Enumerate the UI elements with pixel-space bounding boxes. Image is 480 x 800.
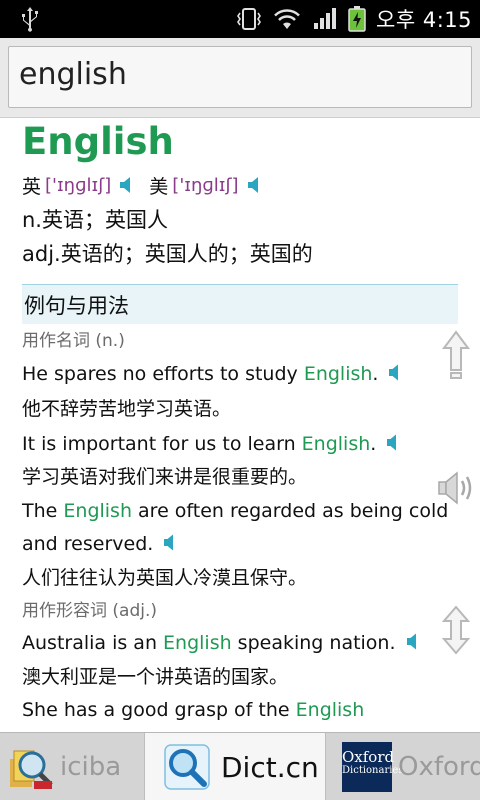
pron-ipa-uk: ['ɪŋɡlɪʃ] [45,174,112,196]
dictcn-magnifier-icon [164,744,210,790]
oxford-dictionaries-logo: Oxford Dictionaries [342,742,403,792]
dictionary-tab-bar: iciba Dict.cn Oxford Dictionaries Oxford [0,732,480,800]
iciba-icon [10,750,53,789]
noun-usage-heading: 用作名词 (n.) [22,331,125,351]
search-bar: english [0,38,480,118]
example-highlight: English [301,433,371,455]
example-zh: 人们往往认为英国人冷漠且保守。 [22,567,308,589]
example-en: The English are often regarded as being … [22,495,452,561]
example-highlight: English [163,632,232,654]
definition-noun: n.英语；英国人 [22,208,168,232]
example-text-after: . [370,433,377,455]
headword: English [22,120,174,163]
example-highlight: English [295,699,365,721]
pronunciation-row: 英 ['ɪŋɡlɪʃ] 美 ['ɪŋɡlɪʃ] [22,172,277,198]
tab-dictcn[interactable]: Dict.cn [144,733,326,800]
example-text: Australia is an [22,632,164,654]
example-text: She has a good grasp of the [22,699,296,721]
speaker-us-icon[interactable] [247,176,263,194]
oxford-logo-title: Oxford [342,748,395,766]
speaker-icon[interactable] [406,633,420,650]
usage-section-header[interactable]: 例句与用法 [22,284,458,324]
tab-label-dictcn: Dict.cn [221,750,319,784]
scroll-top-arrow-icon[interactable] [442,330,470,380]
example-highlight: English [303,363,373,385]
example-highlight: English [63,500,132,522]
speaker-icon[interactable] [388,364,402,381]
speaker-icon[interactable] [386,434,400,451]
adj-usage-heading: 用作形容词 (adj.) [22,601,158,621]
pron-label-uk: 英 [22,175,42,198]
vibrate-icon [237,8,261,30]
example-zh: 澳大利亚是一个讲英语的国家。 [22,666,289,688]
speaker-icon[interactable] [163,534,177,551]
tab-label-oxford: Oxford [398,752,480,782]
search-input[interactable]: english [8,46,472,108]
wifi-icon [274,9,300,29]
dictionary-entry: English 英 ['ɪŋɡlɪʃ] 美 ['ɪŋɡlɪʃ] n.英语；英国人… [0,118,480,732]
pron-ipa-us: ['ɪŋɡlɪʃ] [172,174,239,196]
oxford-logo-subtitle: Dictionaries [342,765,404,776]
tab-label-iciba: iciba [60,752,122,782]
tab-iciba[interactable]: iciba [0,733,144,800]
battery-charging-icon [348,6,366,32]
example-text: It is important for us to learn [22,433,302,455]
pron-label-us: 美 [149,175,169,198]
definition-adj: adj.英语的；英国人的；英国的 [22,242,313,266]
scroll-updown-arrow-icon[interactable] [442,605,470,655]
example-zh: 学习英语对我们来讲是很重要的。 [22,466,308,488]
usb-icon [22,7,38,32]
signal-icon [314,8,337,29]
example-en: He spares no efforts to study English. [22,358,452,391]
example-text: He spares no efforts to study [22,363,304,385]
tab-oxford[interactable]: Oxford Dictionaries Oxford [326,733,480,800]
example-en: Australia is an English speaking nation. [22,627,452,660]
example-en: She has a good grasp of the English [22,694,452,727]
example-text-after: speaking nation. [231,632,396,654]
example-en: It is important for us to learn English. [22,428,452,461]
speaker-uk-icon[interactable] [119,176,135,194]
volume-icon[interactable] [437,470,477,506]
example-text: The [22,500,64,522]
example-text-after: . [372,363,379,385]
status-bar: 오후 4:15 [0,0,480,38]
example-zh: 他不辞劳苦地学习英语。 [22,398,232,420]
clock: 오후 4:15 [376,8,472,32]
